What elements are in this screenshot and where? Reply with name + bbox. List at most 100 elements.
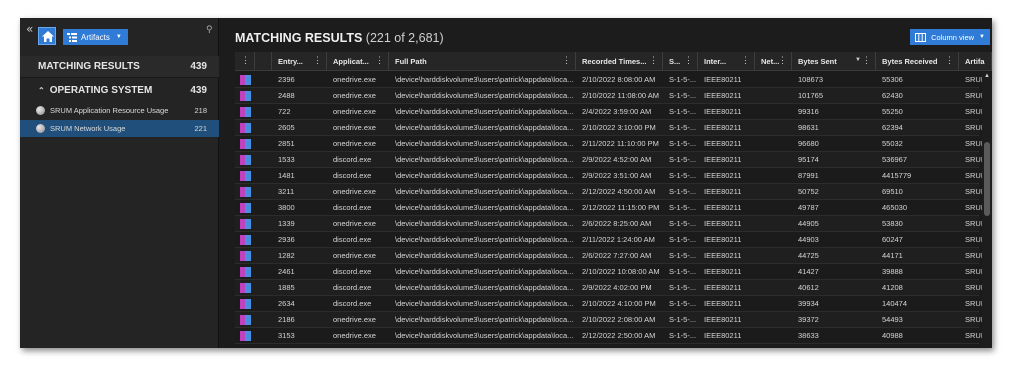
tag-color-icon[interactable]: [240, 251, 251, 261]
column-header-iface[interactable]: Inter... ⋮: [698, 52, 755, 71]
kebab-menu-icon[interactable]: ⋮: [241, 55, 250, 66]
kebab-menu-icon[interactable]: ⋮: [862, 55, 871, 66]
scroll-up-icon[interactable]: ▲: [984, 73, 990, 79]
table-row[interactable]: 1885 discord.exe \device\harddiskvolume3\u…: [235, 280, 987, 296]
table-row[interactable]: 3211 onedrive.exe \device\harddiskvolume3\…: [235, 184, 987, 200]
tag-color-icon[interactable]: [240, 315, 251, 325]
tag-color-icon[interactable]: [240, 331, 251, 341]
table-row[interactable]: 2936 discord.exe \device\harddiskvolume3\u…: [235, 232, 987, 248]
table-row[interactable]: 3153 onedrive.exe \device\harddiskvolume3\…: [235, 328, 987, 344]
cell-entry: 3153: [278, 331, 295, 340]
table-row[interactable]: 2186 onedrive.exe \device\harddiskvolume3\…: [235, 312, 987, 328]
cell-net: [755, 248, 792, 264]
column-header-sent[interactable]: Bytes Sent ⋮ ▼: [792, 52, 876, 71]
cell-entry: 1885: [278, 283, 295, 292]
table-row[interactable]: 2634 discord.exe \device\harddiskvolume3\u…: [235, 296, 987, 312]
tag-color-icon[interactable]: [240, 171, 251, 181]
table-row[interactable]: 722 onedrive.exe \device\harddiskvolume3\u…: [235, 104, 987, 120]
table-row[interactable]: 2488 onedrive.exe \device\harddiskvolume3\…: [235, 88, 987, 104]
kebab-menu-icon[interactable]: ⋮: [313, 55, 322, 66]
tag-color-icon[interactable]: [240, 235, 251, 245]
column-header-path[interactable]: Full Path ⋮: [389, 52, 576, 71]
cell-net: [755, 200, 792, 216]
cell-app: onedrive.exe: [333, 75, 376, 84]
pin-icon[interactable]: ⚲: [206, 24, 213, 35]
column-header-sid[interactable]: S... ⋮: [663, 52, 698, 71]
column-header-flag[interactable]: [255, 52, 272, 71]
cell-recv: 53830: [882, 219, 903, 228]
tag-color-icon[interactable]: [240, 219, 251, 229]
tag-color-icon[interactable]: [240, 75, 251, 85]
column-header-artifact[interactable]: Artifa: [959, 52, 992, 71]
column-header-recv[interactable]: Bytes Received ⋮: [876, 52, 959, 71]
kebab-menu-icon[interactable]: ⋮: [778, 55, 787, 66]
cell-app: onedrive.exe: [333, 107, 376, 116]
kebab-menu-icon[interactable]: ⋮: [649, 55, 658, 66]
table-row[interactable]: 1282 onedrive.exe \device\harddiskvolume3\…: [235, 248, 987, 264]
results-table: ⋮ Entry... ⋮ Applicat... ⋮ Full Path ⋮ Recorded…: [235, 52, 992, 348]
kebab-menu-icon[interactable]: ⋮: [684, 55, 693, 66]
chevron-up-icon[interactable]: ⌃: [38, 86, 45, 95]
cell-sid: S-1-5-...: [669, 187, 697, 196]
table-row[interactable]: 1481 discord.exe \device\harddiskvolume3\u…: [235, 168, 987, 184]
tag-color-icon[interactable]: [240, 139, 251, 149]
scrollbar-thumb[interactable]: [984, 142, 990, 216]
home-button[interactable]: [38, 27, 56, 45]
sidebar-item-label: SRUM Network Usage: [50, 124, 126, 133]
cell-entry: 3800: [278, 203, 295, 212]
cell-entry: 2396: [278, 75, 295, 84]
table-row[interactable]: 1339 onedrive.exe \device\harddiskvolume3\…: [235, 216, 987, 232]
column-header-tag[interactable]: ⋮: [235, 52, 255, 71]
cell-sent: 44905: [798, 219, 819, 228]
cell-recv: 41208: [882, 283, 903, 292]
column-header-label: Applicat...: [333, 57, 369, 66]
column-header-label: Bytes Sent: [798, 57, 837, 66]
sidebar-item-srum-application-resource-usage[interactable]: SRUM Application Resource Usage 218: [20, 102, 219, 119]
tag-color-icon[interactable]: [240, 123, 251, 133]
sidebar-matching-results[interactable]: MATCHING RESULTS 439: [20, 56, 219, 78]
sidebar-item-srum-network-usage[interactable]: SRUM Network Usage 221: [20, 120, 219, 137]
column-header-time[interactable]: Recorded Times... ⋮: [576, 52, 663, 71]
collapse-sidebar-icon[interactable]: «: [26, 23, 33, 35]
tag-color-icon[interactable]: [240, 203, 251, 213]
table-row[interactable]: 2396 onedrive.exe \device\harddiskvolume3\…: [235, 72, 987, 88]
cell-path: \device\harddiskvolume3\users\patrick\ap…: [395, 299, 574, 308]
cell-recv: 62430: [882, 91, 903, 100]
tag-color-icon[interactable]: [240, 187, 251, 197]
cell-entry: 2605: [278, 123, 295, 132]
column-view-button[interactable]: Column view ▼: [910, 29, 990, 45]
cell-path: \device\harddiskvolume3\users\patrick\ap…: [395, 91, 574, 100]
cell-time: 2/9/2022 4:02:00 PM: [582, 283, 652, 292]
cell-iface: IEEE80211: [704, 203, 742, 212]
kebab-menu-icon[interactable]: ⋮: [741, 55, 750, 66]
cell-sent: 108673: [798, 75, 824, 84]
tag-color-icon[interactable]: [240, 283, 251, 293]
kebab-menu-icon[interactable]: ⋮: [375, 55, 384, 66]
kebab-menu-icon[interactable]: ⋮: [945, 55, 954, 66]
tag-color-icon[interactable]: [240, 267, 251, 277]
column-header-label: Bytes Received: [882, 57, 938, 66]
cell-sent: 39934: [798, 299, 819, 308]
kebab-menu-icon[interactable]: ⋮: [562, 55, 571, 66]
table-row[interactable]: 3800 discord.exe \device\harddiskvolume3\u…: [235, 200, 987, 216]
tag-color-icon[interactable]: [240, 91, 251, 101]
cell-sid: S-1-5-...: [669, 75, 697, 84]
cell-iface: IEEE80211: [704, 155, 742, 164]
sort-descending-icon[interactable]: ▼: [855, 57, 861, 63]
tag-color-icon[interactable]: [240, 155, 251, 165]
vertical-scrollbar[interactable]: ▲: [982, 72, 992, 348]
table-row[interactable]: 2851 onedrive.exe \device\harddiskvolume3\…: [235, 136, 987, 152]
column-header-app[interactable]: Applicat... ⋮: [327, 52, 389, 71]
cell-iface: IEEE80211: [704, 235, 742, 244]
artifacts-dropdown-button[interactable]: Artifacts ▼: [63, 29, 128, 45]
cell-net: [755, 296, 792, 312]
cell-sent: 96680: [798, 139, 819, 148]
table-row[interactable]: 2605 onedrive.exe \device\harddiskvolume3\…: [235, 120, 987, 136]
table-row[interactable]: 2461 discord.exe \device\harddiskvolume3\u…: [235, 264, 987, 280]
tag-color-icon[interactable]: [240, 107, 251, 117]
table-row[interactable]: 1533 discord.exe \device\harddiskvolume3\u…: [235, 152, 987, 168]
tag-color-icon[interactable]: [240, 299, 251, 309]
column-header-entry[interactable]: Entry... ⋮: [272, 52, 327, 71]
sidebar-category-operating-system[interactable]: ⌃ OPERATING SYSTEM 439: [20, 81, 219, 99]
column-header-net[interactable]: Net... ⋮: [755, 52, 792, 71]
